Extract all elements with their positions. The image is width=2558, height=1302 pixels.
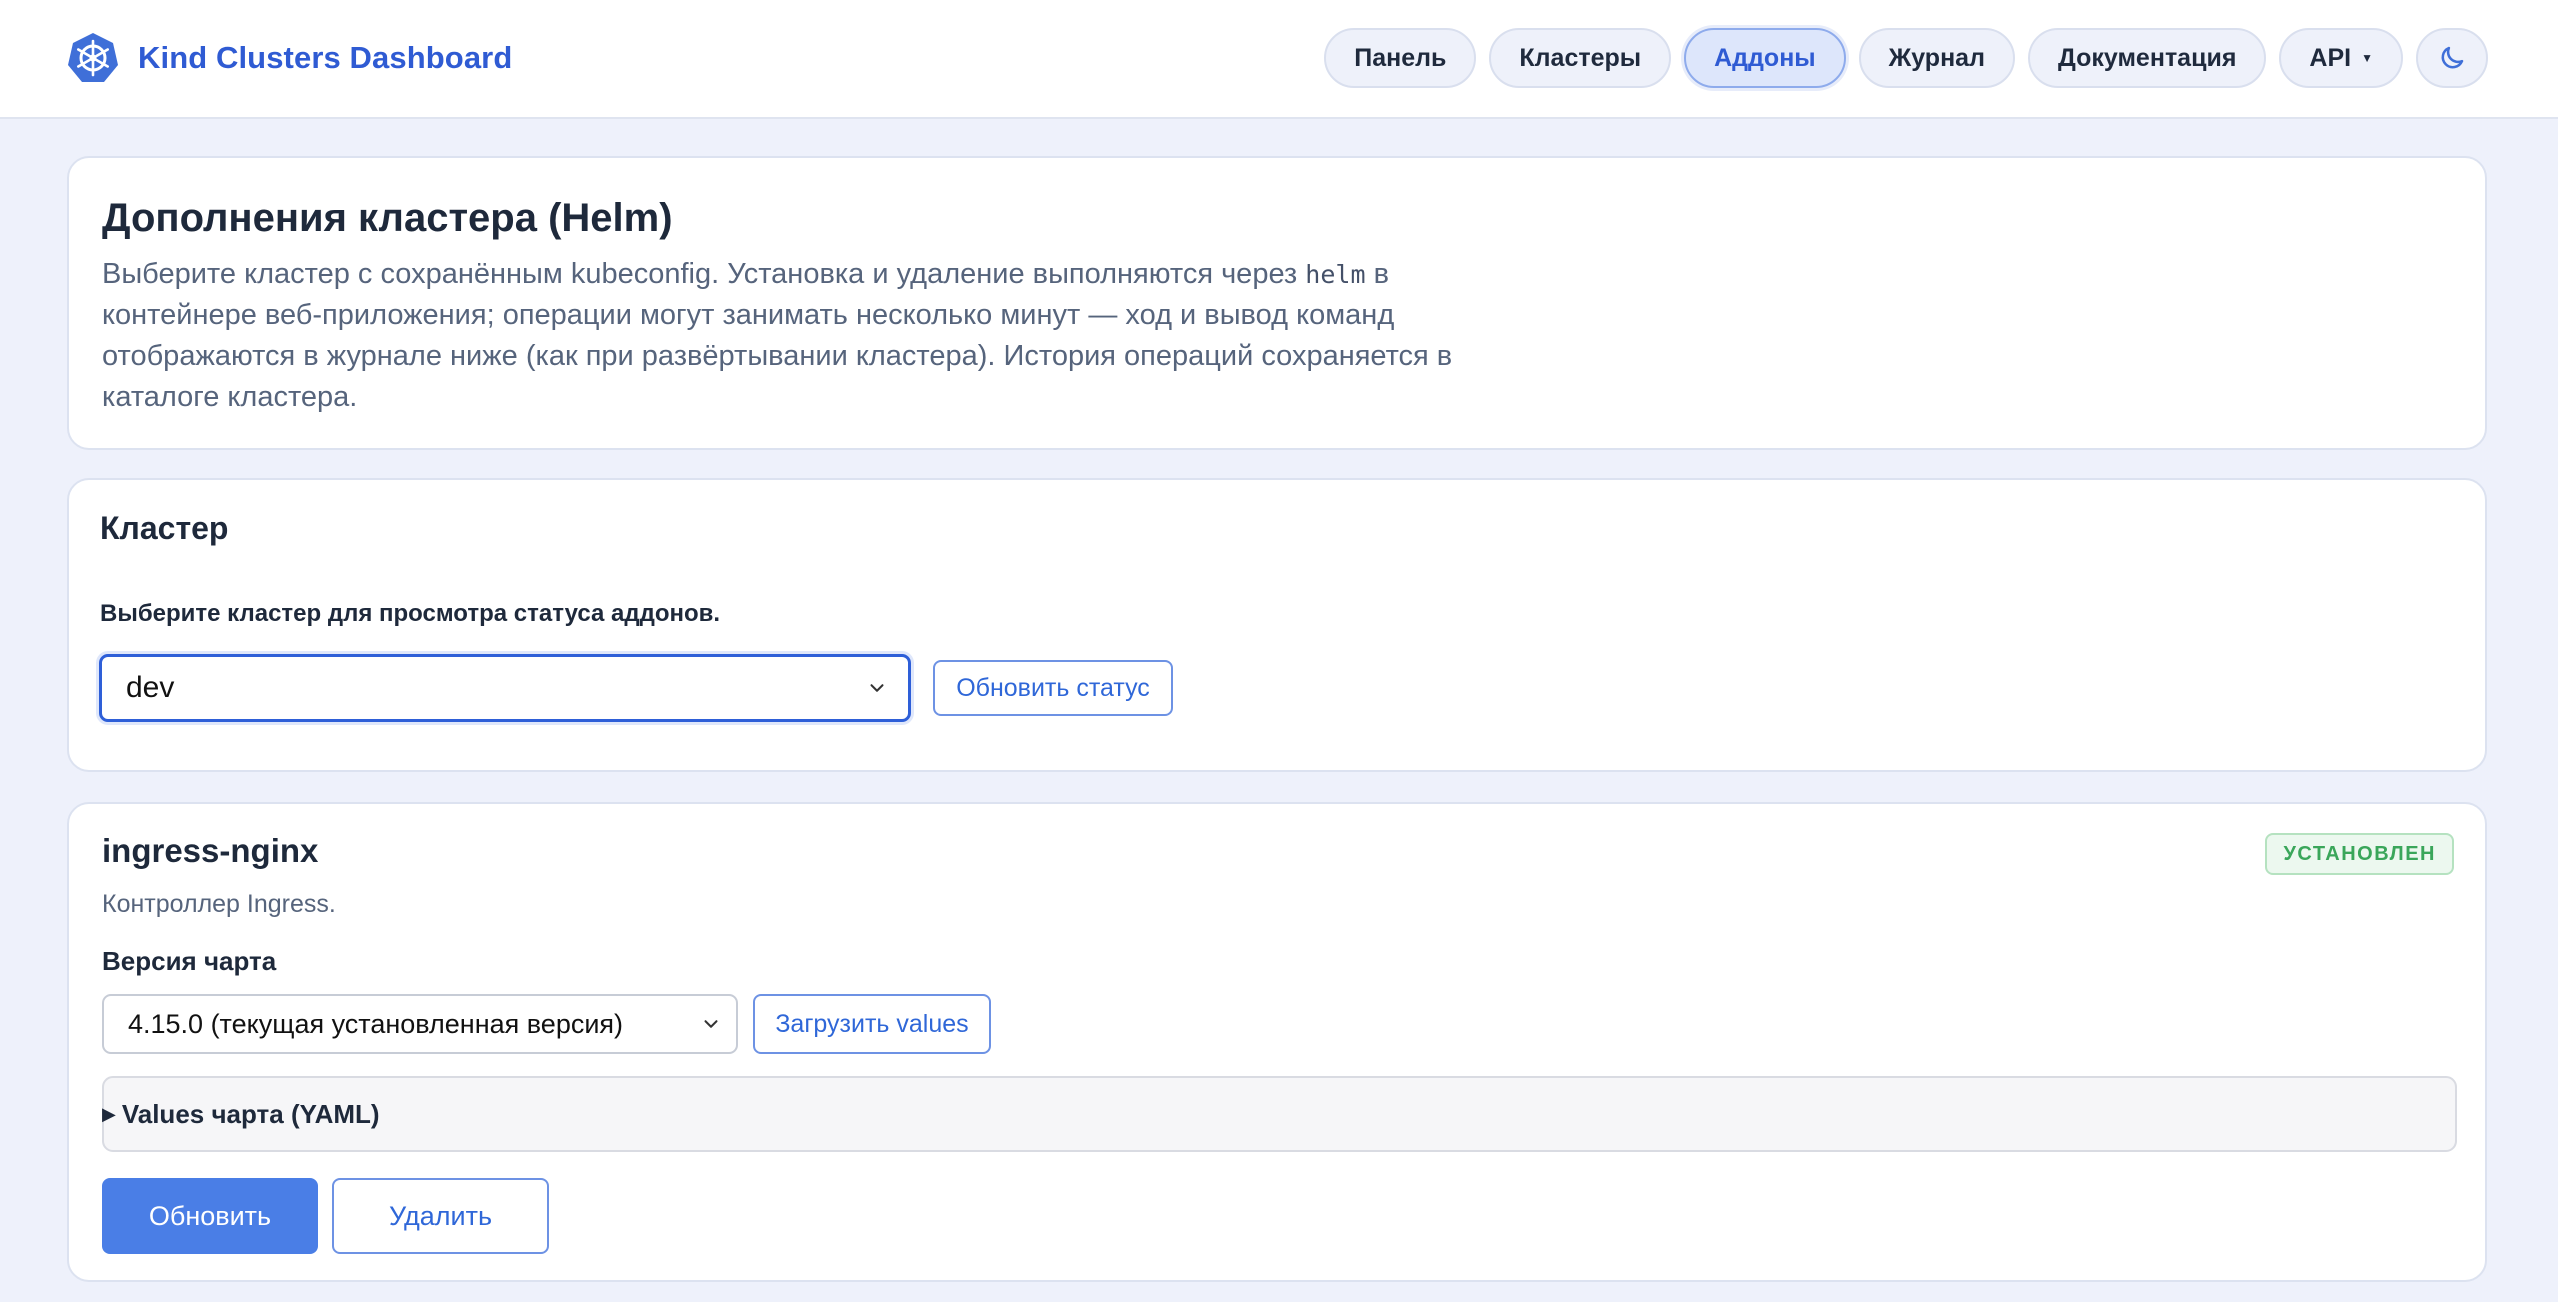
addon-card: ingress-nginx УСТАНОВЛЕН Контроллер Ingr…	[67, 802, 2487, 1282]
intro-description: Выберите кластер с сохранённым kubeconfi…	[102, 254, 1522, 418]
nav-label: API	[2309, 43, 2352, 72]
addon-name: ingress-nginx	[102, 832, 319, 869]
values-yaml-details[interactable]: ▶ Values чарта (YAML)	[102, 1076, 2457, 1152]
nav-api-dropdown[interactable]: API ▼	[2279, 28, 2403, 88]
cluster-select-label: Выберите кластер для просмотра статуса а…	[100, 600, 721, 627]
nav-dashboard[interactable]: Панель	[1324, 28, 1477, 88]
intro-card: Дополнения кластера (Helm) Выберите клас…	[67, 156, 2487, 450]
cluster-select-value: dev	[126, 671, 175, 704]
load-values-button[interactable]: Загрузить values	[753, 994, 991, 1054]
brand[interactable]: Kind Clusters Dashboard	[66, 31, 512, 85]
chart-version-select[interactable]: 4.15.0 (текущая установленная версия)	[102, 994, 738, 1054]
caret-down-icon: ▼	[2361, 51, 2373, 65]
addon-description: Контроллер Ingress.	[102, 890, 336, 918]
nav-label: Кластеры	[1519, 43, 1642, 72]
intro-text-part: Выберите кластер с сохранённым kubeconfi…	[102, 258, 1306, 290]
status-badge: УСТАНОВЛЕН	[2265, 833, 2454, 875]
chevron-down-icon	[704, 1020, 718, 1028]
nav-journal[interactable]: Журнал	[1858, 28, 2015, 88]
theme-toggle-button[interactable]	[2416, 28, 2488, 88]
nav-label: Аддоны	[1714, 43, 1816, 72]
kubernetes-helm-icon	[68, 33, 118, 82]
values-summary: Values чарта (YAML)	[121, 1098, 380, 1129]
chart-version-value: 4.15.0 (текущая установленная версия)	[128, 1008, 624, 1039]
nav-label: Панель	[1354, 43, 1447, 72]
chart-version-label: Версия чарта	[102, 946, 277, 976]
nav-clusters[interactable]: Кластеры	[1489, 28, 1672, 88]
chevron-down-icon	[870, 684, 884, 692]
nav-addons[interactable]: Аддоны	[1684, 28, 1846, 88]
nav-documentation[interactable]: Документация	[2027, 28, 2267, 88]
cluster-card: Кластер Выберите кластер для просмотра с…	[67, 478, 2487, 772]
cluster-select[interactable]: dev	[99, 654, 911, 722]
helm-code: helm	[1305, 260, 1366, 289]
delete-button[interactable]: Удалить	[332, 1178, 549, 1254]
nav-label: Документация	[2057, 43, 2237, 72]
nav-label: Журнал	[1888, 43, 1985, 72]
moon-icon	[2441, 46, 2464, 69]
brand-title: Kind Clusters Dashboard	[138, 40, 513, 75]
page-title: Дополнения кластера (Helm)	[102, 196, 673, 240]
update-button[interactable]: Обновить	[102, 1178, 318, 1254]
cluster-section-title: Кластер	[100, 510, 229, 546]
top-bar: Kind Clusters Dashboard Панель Кластеры …	[0, 0, 2558, 119]
disclosure-triangle-icon: ▶	[102, 1103, 116, 1124]
refresh-status-button[interactable]: Обновить статус	[933, 660, 1173, 716]
main-nav: Панель Кластеры Аддоны Журнал Документац…	[1324, 27, 2488, 89]
